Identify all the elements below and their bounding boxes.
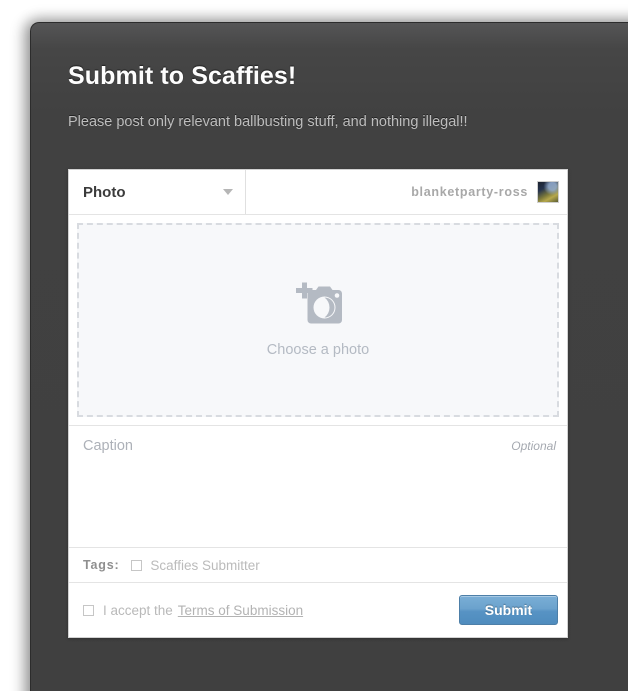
photo-upload-section: Choose a photo (69, 215, 567, 426)
form-footer: I accept the Terms of Submission Submit (69, 583, 567, 637)
chevron-down-icon (223, 189, 233, 195)
caption-placeholder: Caption (83, 438, 133, 454)
terms-of-submission-link[interactable]: Terms of Submission (178, 603, 303, 618)
caption-optional-label: Optional (511, 439, 556, 453)
submission-form-card: Photo blanketparty-ross Choose a photo C… (68, 169, 568, 638)
caption-section[interactable]: Caption Optional (69, 426, 567, 548)
tag-label-scaffies-submitter: Scaffies Submitter (150, 557, 260, 573)
tags-label: Tags: (83, 558, 120, 572)
form-header-row: Photo blanketparty-ross (69, 170, 567, 215)
page-subtitle: Please post only relevant ballbusting st… (68, 114, 468, 130)
post-type-select[interactable]: Photo (69, 170, 246, 214)
page-title: Submit to Scaffies! (68, 62, 297, 90)
post-type-value: Photo (83, 183, 126, 201)
dropzone-label: Choose a photo (266, 342, 370, 358)
tags-section: Tags: Scaffies Submitter (69, 548, 567, 583)
accept-terms-text: I accept the (103, 602, 173, 618)
tag-checkbox-scaffies-submitter[interactable] (131, 559, 143, 571)
add-photo-camera-icon (296, 282, 342, 324)
current-user[interactable]: blanketparty-ross (246, 170, 567, 214)
photo-dropzone[interactable]: Choose a photo (77, 223, 559, 417)
avatar (537, 181, 559, 203)
screenshot-stage: Submit to Scaffies! Please post only rel… (0, 0, 628, 691)
submit-button[interactable]: Submit (459, 595, 558, 625)
username-label: blanketparty-ross (411, 185, 528, 199)
accept-terms-group: I accept the Terms of Submission (83, 603, 303, 618)
accept-terms-checkbox[interactable] (83, 604, 94, 616)
